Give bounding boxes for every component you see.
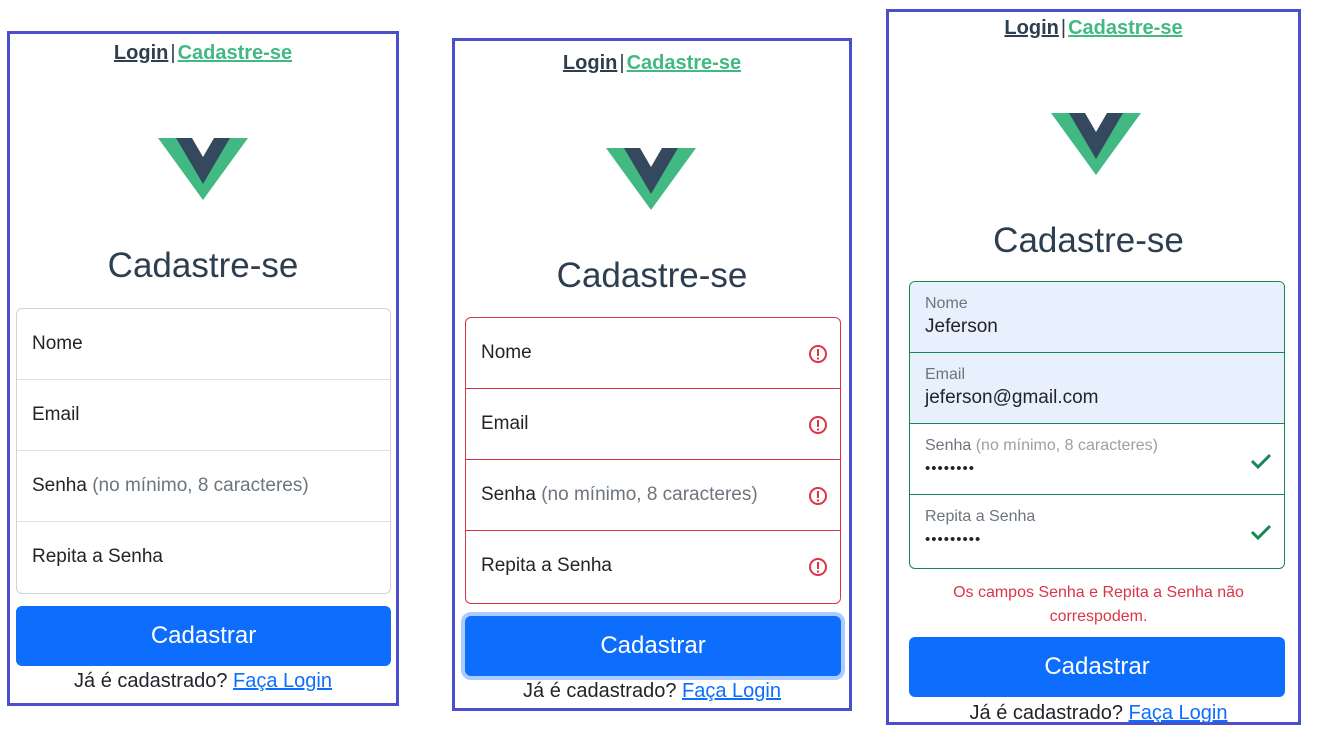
- footer-text: Já é cadastrado?: [969, 702, 1123, 724]
- page-title: Cadastre-se: [993, 221, 1184, 260]
- password-mismatch-error: Os campos Senha e Repita a Senha não cor…: [899, 581, 1298, 629]
- check-icon: [1250, 453, 1272, 470]
- error-line-1: Os campos Senha e Repita a Senha não: [953, 584, 1244, 601]
- email-value: jeferson@gmail.com: [925, 387, 1099, 408]
- top-nav: Login | Cadastre-se: [455, 52, 849, 75]
- error-line-2: correspodem.: [1049, 608, 1148, 625]
- password-hint: (no mínimo, 8 caracteres): [92, 475, 309, 496]
- nav-login-link[interactable]: Login: [1004, 17, 1058, 39]
- name-field[interactable]: Nome: [466, 318, 840, 389]
- name-value: Jeferson: [925, 316, 998, 337]
- name-field[interactable]: Nome Jeferson: [910, 282, 1284, 353]
- password-field[interactable]: Senha (no mínimo, 8 caracteres): [466, 460, 840, 531]
- email-label: Email: [925, 366, 966, 383]
- email-label: Email: [481, 413, 529, 434]
- footer: Já é cadastrado? Faça Login: [899, 702, 1298, 725]
- footer: Já é cadastrado? Faça Login: [455, 680, 849, 703]
- footer: Já é cadastrado? Faça Login: [10, 670, 396, 693]
- login-link[interactable]: Faça Login: [233, 670, 332, 692]
- exclamation-circle-icon: [809, 345, 827, 363]
- signup-panel-invalid: Login | Cadastre-se Cadastre-se Nome Email…: [452, 38, 852, 711]
- nav-signup-link[interactable]: Cadastre-se: [1068, 17, 1183, 39]
- signup-fields: Nome Email Senha (no mínimo, 8 caractere…: [465, 317, 841, 604]
- top-nav: Login | Cadastre-se: [889, 17, 1298, 40]
- nav-signup-link[interactable]: Cadastre-se: [627, 52, 742, 74]
- signup-fields: Nome Email Senha (no mínimo, 8 caractere…: [16, 308, 391, 594]
- footer-text: Já é cadastrado?: [74, 670, 228, 692]
- password-label: Senha (no mínimo, 8 caracteres): [481, 484, 758, 506]
- vue-logo-icon: [606, 148, 696, 210]
- password-field[interactable]: Senha (no mínimo, 8 caracteres): [17, 451, 390, 522]
- password-field[interactable]: Senha (no mínimo, 8 caracteres) ••••••••: [910, 424, 1284, 495]
- signup-panel-filled: Login | Cadastre-se Cadastre-se Nome Jefer…: [886, 9, 1301, 725]
- nav-login-link[interactable]: Login: [563, 52, 617, 74]
- email-field[interactable]: Email jeferson@gmail.com: [910, 353, 1284, 424]
- repeat-password-label: Repita a Senha: [481, 555, 612, 576]
- password-label: Senha (no mínimo, 8 caracteres): [32, 475, 309, 497]
- repeat-password-field[interactable]: Repita a Senha: [17, 522, 390, 593]
- repeat-password-label: Repita a Senha: [925, 508, 1036, 525]
- exclamation-circle-icon: [809, 487, 827, 505]
- exclamation-circle-icon: [809, 558, 827, 576]
- login-link[interactable]: Faça Login: [1129, 702, 1228, 724]
- footer-text: Já é cadastrado?: [523, 680, 677, 702]
- nav-login-link[interactable]: Login: [114, 42, 168, 64]
- password-label-text: Senha: [925, 437, 972, 454]
- page-title: Cadastre-se: [107, 246, 299, 285]
- exclamation-circle-icon: [809, 416, 827, 434]
- password-label-text: Senha: [481, 484, 536, 505]
- check-icon: [1250, 524, 1272, 541]
- submit-button[interactable]: Cadastrar: [16, 606, 391, 666]
- password-value: ••••••••: [925, 460, 976, 477]
- top-nav: Login | Cadastre-se: [10, 42, 396, 65]
- vue-logo-icon: [158, 138, 248, 200]
- email-label: Email: [32, 404, 80, 425]
- email-field[interactable]: Email: [17, 380, 390, 451]
- email-field[interactable]: Email: [466, 389, 840, 460]
- repeat-password-field[interactable]: Repita a Senha •••••••••: [910, 495, 1284, 566]
- password-hint: (no mínimo, 8 caracteres): [975, 437, 1158, 454]
- nav-separator: |: [1060, 17, 1067, 39]
- name-field[interactable]: Nome: [17, 309, 390, 380]
- nav-signup-link[interactable]: Cadastre-se: [178, 42, 293, 64]
- login-link[interactable]: Faça Login: [682, 680, 781, 702]
- nav-separator: |: [170, 42, 176, 64]
- name-label: Nome: [481, 342, 532, 363]
- page-title: Cadastre-se: [556, 256, 748, 295]
- name-label: Nome: [925, 295, 968, 312]
- signup-fields: Nome Jeferson Email jeferson@gmail.com S…: [909, 281, 1285, 569]
- repeat-password-label: Repita a Senha: [32, 546, 163, 567]
- password-label: Senha (no mínimo, 8 caracteres): [925, 437, 1158, 455]
- submit-button[interactable]: Cadastrar: [909, 637, 1285, 697]
- name-label: Nome: [32, 333, 83, 354]
- vue-logo-icon: [1051, 113, 1141, 175]
- repeat-password-field[interactable]: Repita a Senha: [466, 531, 840, 602]
- submit-button[interactable]: Cadastrar: [465, 616, 841, 676]
- signup-panel-empty: Login | Cadastre-se Cadastre-se Nome Email…: [7, 31, 399, 706]
- password-hint: (no mínimo, 8 caracteres): [541, 484, 758, 505]
- password-label-text: Senha: [32, 475, 87, 496]
- repeat-password-value: •••••••••: [925, 531, 982, 548]
- nav-separator: |: [619, 52, 625, 74]
